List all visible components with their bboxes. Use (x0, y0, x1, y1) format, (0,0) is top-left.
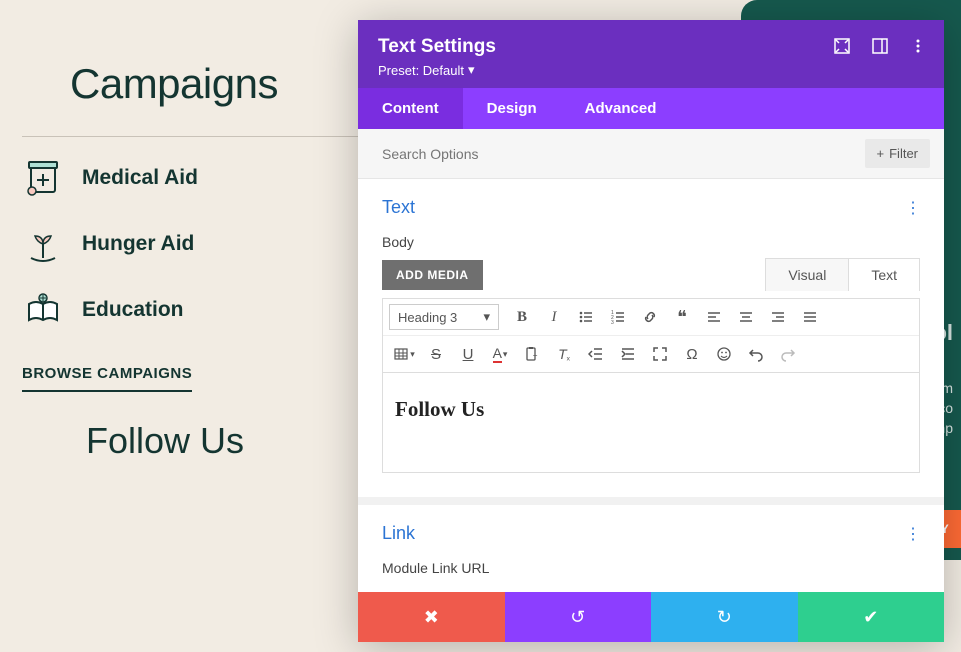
plus-icon: + (877, 146, 885, 161)
divider (22, 136, 360, 137)
fullscreen-button[interactable] (645, 340, 675, 368)
section-menu-icon[interactable]: ⋮ (905, 198, 920, 218)
chevron-down-icon: ▾ (468, 62, 475, 78)
editor-toolbar: Heading 3 ▾ B I 123 ❝ ▾ S (382, 298, 920, 373)
preset-label: Preset: Default (378, 63, 464, 78)
bold-button[interactable]: B (507, 303, 537, 331)
emoji-button[interactable] (709, 340, 739, 368)
snap-panel-icon[interactable] (872, 38, 888, 54)
strikethrough-button[interactable]: S (421, 340, 451, 368)
tab-design[interactable]: Design (463, 88, 561, 129)
align-justify-button[interactable] (795, 303, 825, 331)
check-icon: ✔ (863, 607, 878, 628)
quote-button[interactable]: ❝ (667, 303, 697, 331)
confirm-button[interactable]: ✔ (798, 592, 945, 642)
italic-button[interactable]: I (539, 303, 569, 331)
modal-body: Text ⋮ Body ADD MEDIA Visual Text Headin… (358, 179, 944, 592)
campaign-label: Education (82, 298, 184, 322)
indent-button[interactable] (613, 340, 643, 368)
filter-button[interactable]: + Filter (865, 139, 930, 168)
editor-tab-visual[interactable]: Visual (766, 259, 848, 291)
modal-tabs: Content Design Advanced (358, 88, 944, 129)
paste-text-button[interactable]: T (517, 340, 547, 368)
svg-text:3: 3 (611, 320, 614, 325)
education-icon (22, 289, 64, 331)
follow-us-heading: Follow Us (86, 420, 360, 462)
tab-advanced[interactable]: Advanced (561, 88, 681, 129)
link-url-label: Module Link URL (382, 560, 920, 576)
page-left-column: Campaigns Medical Aid Hunger Aid Educati… (0, 0, 360, 462)
campaign-item-medical[interactable]: Medical Aid (22, 157, 360, 199)
underline-button[interactable]: U (453, 340, 483, 368)
undo-changes-button[interactable]: ↺ (505, 592, 652, 642)
cancel-button[interactable]: ✖ (358, 592, 505, 642)
format-select[interactable]: Heading 3 ▾ (389, 304, 499, 330)
redo-icon: ↻ (717, 607, 732, 628)
clear-formatting-button[interactable]: Tₓ (549, 340, 579, 368)
body-label: Body (382, 234, 920, 250)
section-link: Link ⋮ Module Link URL (358, 497, 944, 592)
editor-canvas[interactable]: Follow Us (382, 373, 920, 473)
search-options-input[interactable] (382, 146, 711, 162)
editor-content: Follow Us (395, 397, 907, 422)
section-text: Text ⋮ Body ADD MEDIA Visual Text Headin… (358, 179, 944, 497)
align-right-button[interactable] (763, 303, 793, 331)
outdent-button[interactable] (581, 340, 611, 368)
link-button[interactable] (635, 303, 665, 331)
section-menu-icon[interactable]: ⋮ (905, 524, 920, 544)
format-select-value: Heading 3 (398, 310, 457, 325)
campaigns-heading: Campaigns (70, 60, 360, 108)
campaign-item-hunger[interactable]: Hunger Aid (22, 223, 360, 265)
preset-selector[interactable]: Preset: Default ▾ (378, 62, 496, 78)
filter-label: Filter (889, 146, 918, 161)
modal-footer: ✖ ↺ ↻ ✔ (358, 592, 944, 642)
text-settings-modal: Text Settings Preset: Default ▾ Content … (358, 20, 944, 642)
align-left-button[interactable] (699, 303, 729, 331)
search-row: + Filter (358, 129, 944, 179)
browse-campaigns-link[interactable]: BROWSE CAMPAIGNS (22, 365, 192, 392)
modal-header: Text Settings Preset: Default ▾ (358, 20, 944, 88)
table-button[interactable]: ▾ (389, 340, 419, 368)
redo-changes-button[interactable]: ↻ (651, 592, 798, 642)
editor-tab-text[interactable]: Text (848, 259, 919, 291)
campaign-item-education[interactable]: Education (22, 289, 360, 331)
kebab-menu-icon[interactable] (910, 38, 926, 54)
section-title-text[interactable]: Text (382, 197, 415, 218)
tab-content[interactable]: Content (358, 88, 463, 129)
bullet-list-button[interactable] (571, 303, 601, 331)
align-center-button[interactable] (731, 303, 761, 331)
modal-title: Text Settings (378, 36, 496, 58)
redo-button[interactable] (773, 340, 803, 368)
add-media-button[interactable]: ADD MEDIA (382, 260, 483, 290)
close-icon: ✖ (424, 607, 439, 628)
section-title-link[interactable]: Link (382, 523, 415, 544)
campaign-label: Hunger Aid (82, 232, 194, 256)
expand-icon[interactable] (834, 38, 850, 54)
svg-text:T: T (533, 355, 538, 362)
undo-icon: ↺ (570, 607, 585, 628)
medical-aid-icon (22, 157, 64, 199)
hunger-aid-icon (22, 223, 64, 265)
numbered-list-button[interactable]: 123 (603, 303, 633, 331)
chevron-down-icon: ▾ (483, 309, 490, 325)
undo-button[interactable] (741, 340, 771, 368)
special-char-button[interactable]: Ω (677, 340, 707, 368)
campaign-label: Medical Aid (82, 166, 198, 190)
editor-mode-tabs: Visual Text (765, 258, 920, 291)
text-color-button[interactable]: A▾ (485, 340, 515, 368)
